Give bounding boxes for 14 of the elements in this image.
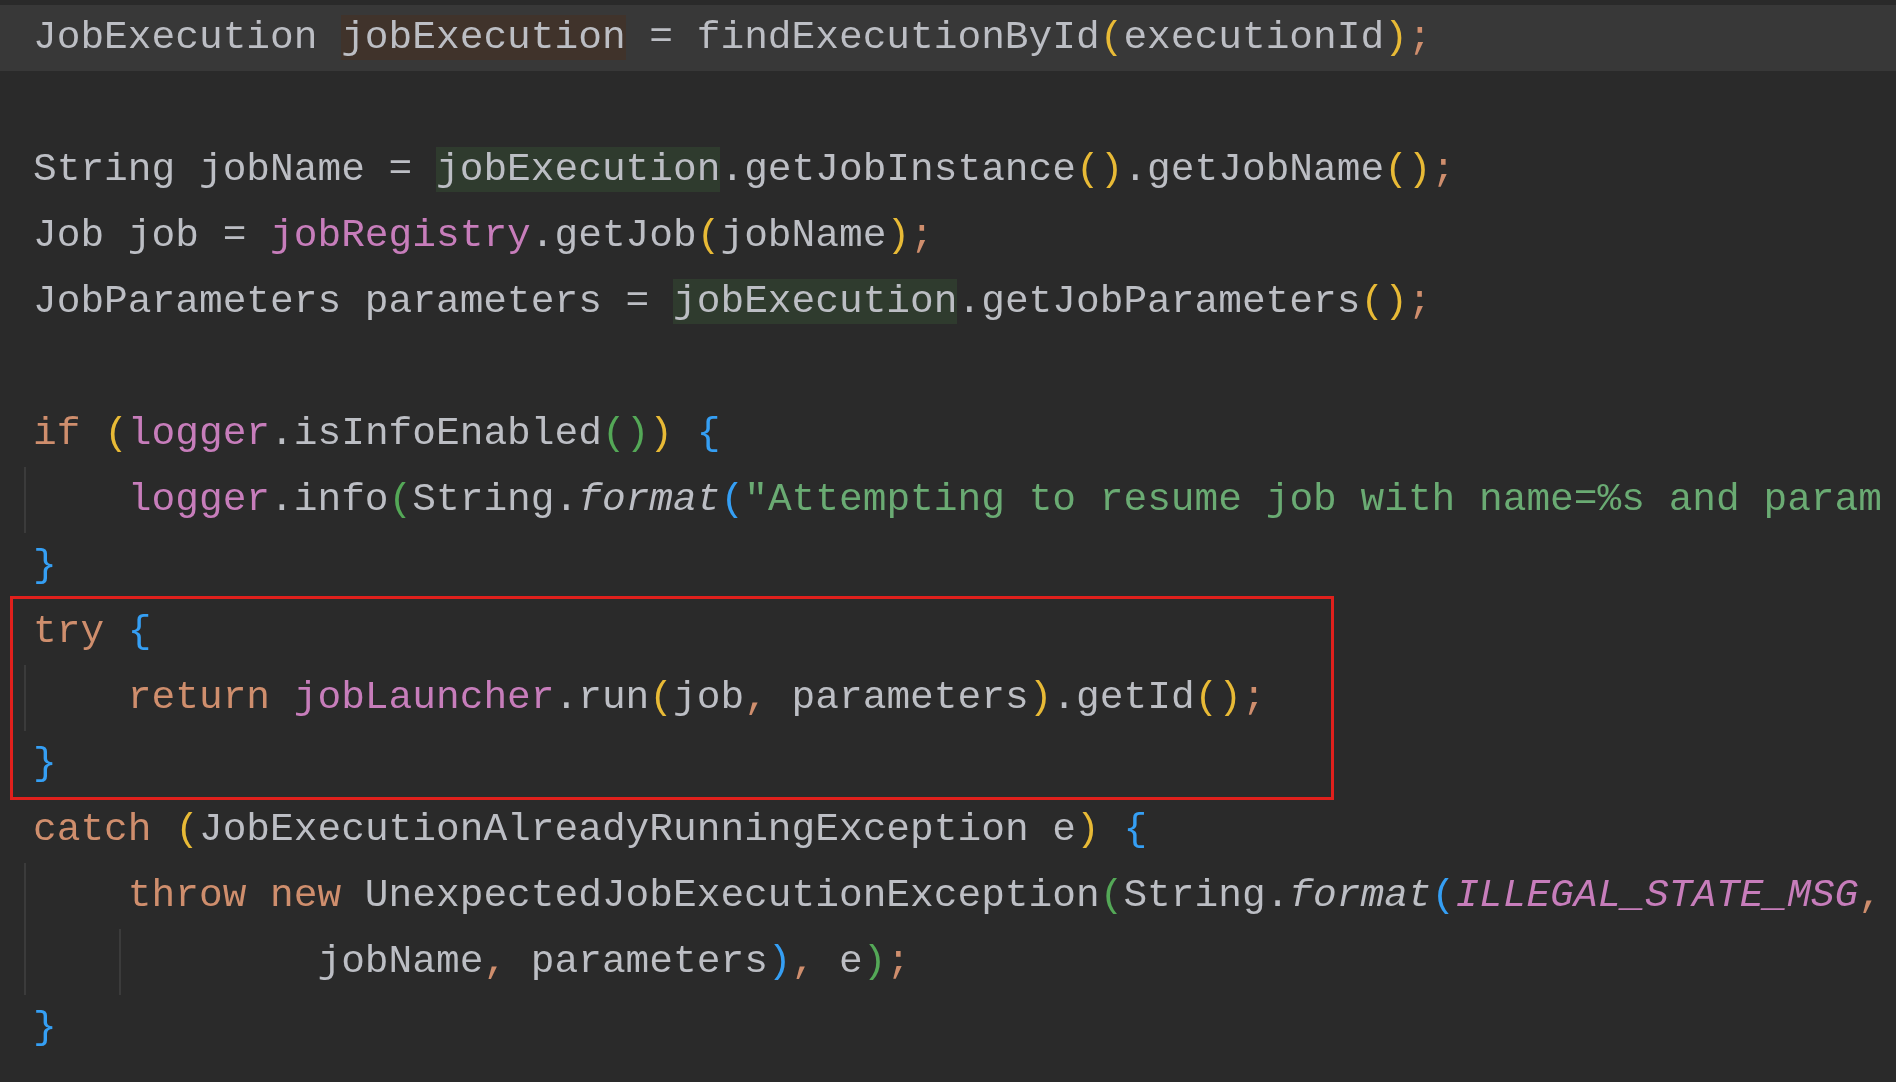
code-line: logger.info(String.format("Attempting to resume job with name=%s and param — [126, 476, 1882, 524]
code-line: } — [33, 740, 57, 788]
code-line: jobName, parameters), e); — [316, 938, 911, 986]
code-line: } — [33, 1004, 57, 1052]
code-line: try { — [33, 608, 152, 656]
code-line: } — [33, 542, 57, 590]
code-line: String jobName = jobExecution.getJobInstance().getJobName(); — [33, 146, 1456, 194]
code-line: Job job = jobRegistry.getJob(jobName); — [33, 212, 934, 260]
code-line: JobParameters parameters = jobExecution.getJobParameters(); — [33, 278, 1432, 326]
code-line: JobExecution jobExecution = findExecutionById(executionId); — [33, 14, 1432, 62]
code-line: throw new UnexpectedJobExecutionException(String.format(ILLEGAL_STATE_MSG, — [126, 872, 1882, 920]
code-line: if (logger.isInfoEnabled()) { — [33, 410, 721, 458]
code-line: return jobLauncher.run(job, parameters).getId(); — [126, 674, 1266, 722]
code-line: catch (JobExecutionAlreadyRunningException e) { — [33, 806, 1148, 854]
